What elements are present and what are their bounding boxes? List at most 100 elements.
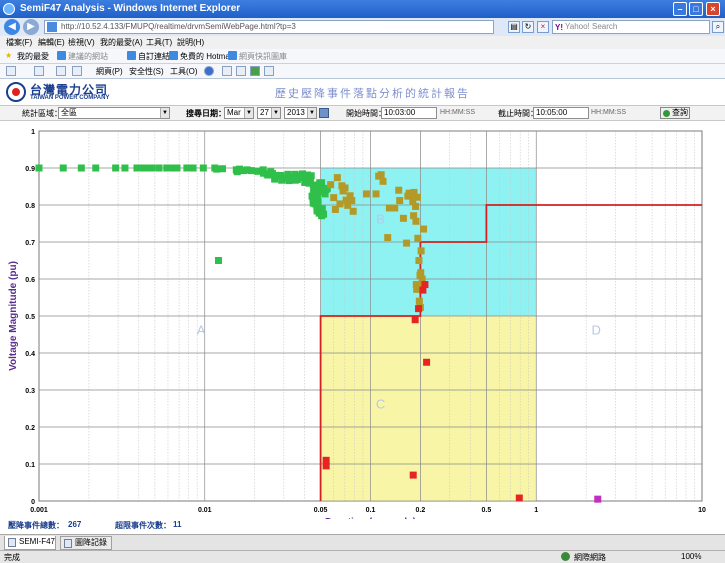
data-point (384, 234, 392, 242)
data-point (155, 164, 163, 172)
mail-icon[interactable] (56, 66, 66, 76)
forward-arrow-icon[interactable]: ▶ (23, 19, 39, 35)
company-name-en: TAIWAN POWER COMPANY (30, 95, 110, 101)
page-tabs: SEMI-F47 圖降記錄 (0, 534, 725, 550)
query-button-label: 查詢 (672, 108, 688, 117)
onenote-icon[interactable] (236, 66, 246, 76)
month-select[interactable]: Mar ▼ (224, 107, 254, 119)
tab-semi-f47-label: SEMI-F47 (19, 537, 56, 546)
day-value: 27 (260, 108, 269, 117)
page-grid-icon[interactable] (6, 66, 16, 76)
data-point (112, 164, 120, 172)
maximize-button[interactable]: □ (689, 2, 703, 16)
compat-view-icon[interactable]: ▤ (508, 21, 520, 33)
menu-view[interactable]: 檢視(V) (68, 37, 95, 48)
refresh-icon[interactable]: ↻ (522, 21, 534, 33)
address-input[interactable]: http://10.52.4.133/FMUPQ/realtime/drvmSe… (44, 20, 494, 34)
report-title: 歷史壓降事件落點分析的統計報告 (275, 87, 470, 100)
data-point (403, 239, 411, 247)
page-menu[interactable]: 網頁(P) (96, 66, 123, 77)
data-point (330, 194, 338, 202)
back-arrow-icon[interactable]: ◀ (4, 19, 20, 35)
research-icon[interactable] (222, 66, 232, 76)
custom-links-link[interactable]: 自訂連結 (138, 51, 170, 62)
safety-menu[interactable]: 安全性(S) (129, 66, 164, 77)
region-select[interactable]: 全區 ▼ (58, 107, 170, 119)
menu-tools[interactable]: 工具(T) (146, 37, 172, 48)
search-input[interactable]: Y! Yahoo! Search (552, 20, 710, 34)
day-select[interactable]: 27 ▼ (257, 107, 281, 119)
calendar-icon[interactable] (319, 108, 329, 118)
end-time-value: 10:05:00 (536, 108, 568, 117)
help-icon[interactable] (204, 66, 214, 76)
data-point (314, 198, 322, 206)
zoom-level[interactable]: 100% (681, 552, 701, 561)
y-tick-label: 0.3 (25, 388, 35, 395)
favorites-button[interactable]: 我的最愛 (17, 51, 49, 62)
x-tick-label: 0.001 (30, 507, 48, 514)
y-tick-label: 0.1 (25, 462, 35, 469)
data-point (199, 164, 207, 172)
suggested-sites-link[interactable]: 建議的網站 (68, 51, 108, 62)
custom-links-icon (127, 51, 136, 60)
menu-favorites[interactable]: 我的最愛(A) (100, 37, 143, 48)
y-axis-label: Voltage Magnitude (pu) (8, 261, 19, 371)
suggested-sites-icon (57, 51, 66, 60)
data-point (327, 181, 335, 189)
query-button[interactable]: 查詢 (660, 107, 690, 119)
end-time-input[interactable]: 10:05:00 (533, 107, 589, 119)
filter-row: 統計區域： 全區 ▼ 搜尋日期： Mar ▼ 27 ▼ 2013 ▼ 開始時間：… (0, 106, 725, 121)
start-time-format: HH:MM:SS (440, 109, 475, 116)
menu-file[interactable]: 檔案(F) (6, 37, 32, 48)
status-bar: 完成 網際網路 100% (0, 550, 725, 563)
close-button[interactable]: × (706, 2, 720, 16)
start-time-input[interactable]: 10:03:00 (381, 107, 437, 119)
chevron-down-icon: ▼ (307, 108, 316, 118)
web-slice-icon (228, 51, 237, 60)
y-tick-label: 0.9 (25, 166, 35, 173)
hotmail-link[interactable]: 免費的 Hotmail (180, 51, 233, 62)
data-point (336, 200, 344, 208)
tab-sag-records[interactable]: 圖降記錄 (60, 536, 112, 550)
menu-help[interactable]: 說明(H) (177, 37, 204, 48)
data-point (411, 316, 419, 324)
menu-bar: 檔案(F) 編輯(E) 檢視(V) 我的最愛(A) 工具(T) 說明(H) (0, 36, 725, 49)
feeds-icon[interactable] (34, 66, 44, 76)
stop-icon[interactable]: × (537, 21, 549, 33)
data-point (362, 190, 370, 198)
y-tick-label: 0.8 (25, 203, 35, 210)
command-bar: 網頁(P) 安全性(S) 工具(O) (0, 64, 725, 79)
tools-menu[interactable]: 工具(O) (170, 66, 198, 77)
region-label-c: C (376, 397, 385, 412)
x-tick-label: 0.5 (481, 507, 491, 514)
year-select[interactable]: 2013 ▼ (284, 107, 317, 119)
exceed-events-value: 11 (173, 520, 182, 529)
star-icon: ★ (5, 51, 13, 60)
web-slice-link[interactable]: 網頁快訊圖庫 (239, 51, 287, 62)
menu-edit[interactable]: 編輯(E) (38, 37, 65, 48)
data-point (348, 197, 356, 205)
data-point (412, 202, 420, 210)
minimize-button[interactable]: – (673, 2, 687, 16)
year-value: 2013 (287, 108, 305, 117)
data-point (412, 217, 420, 225)
search-icon[interactable]: ⌕ (712, 21, 724, 33)
data-point (333, 174, 341, 182)
data-point (307, 172, 315, 180)
addon-icon[interactable] (264, 66, 274, 76)
data-point (414, 234, 422, 242)
x-tick-label: 10 (698, 507, 706, 514)
y-tick-label: 0.2 (25, 425, 35, 432)
window-titlebar: SemiF47 Analysis - Windows Internet Expl… (0, 0, 725, 18)
data-point (379, 177, 387, 185)
data-point (349, 207, 357, 215)
data-point (377, 171, 385, 179)
print-icon[interactable] (72, 66, 82, 76)
tab-semi-f47[interactable]: SEMI-F47 (4, 536, 56, 550)
data-point (173, 164, 181, 172)
data-point (121, 164, 129, 172)
messenger-icon[interactable] (250, 66, 260, 76)
chevron-down-icon: ▼ (271, 108, 280, 118)
data-point (341, 184, 349, 192)
data-point (409, 471, 417, 479)
